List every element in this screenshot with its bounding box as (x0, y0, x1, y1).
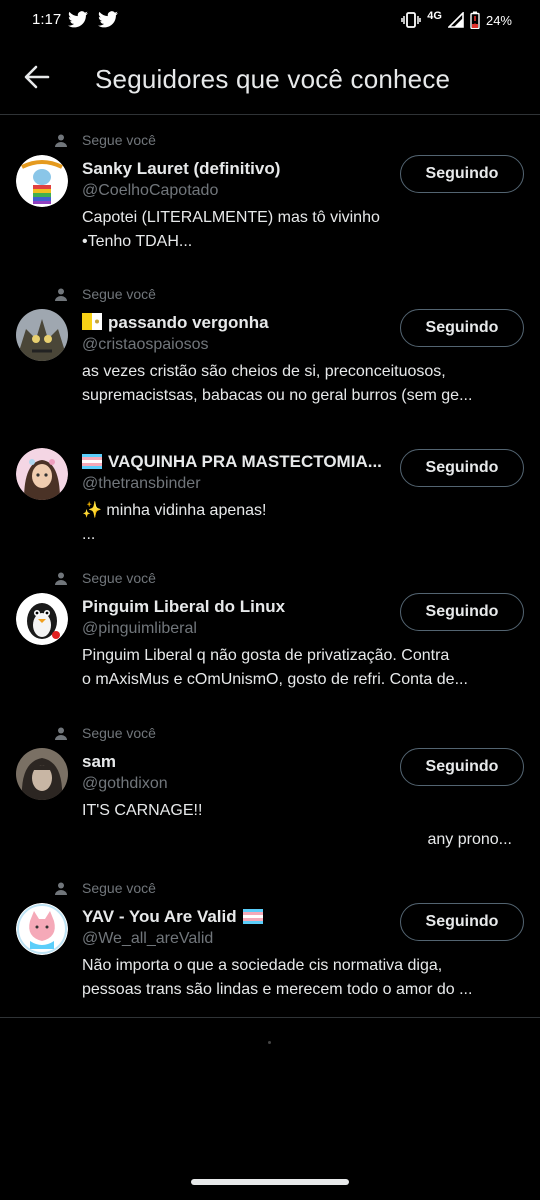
avatar[interactable] (16, 448, 68, 500)
user-handle[interactable]: @thetransbinder (82, 475, 201, 493)
bio-line: •Tenho TDAH... (82, 233, 193, 250)
follows-you-indicator: Segue você (55, 569, 156, 587)
following-button[interactable]: Seguindo (400, 449, 524, 487)
battery-icon (470, 11, 480, 29)
user-name-text: passando vergonha (108, 313, 269, 332)
twitter-icon (98, 11, 118, 28)
list-item[interactable]: Segue você passando vergonha @cristaospa… (0, 269, 540, 424)
avatar[interactable] (16, 155, 68, 207)
follows-you-label: Segue você (82, 725, 156, 741)
following-button[interactable]: Seguindo (400, 748, 524, 786)
bio-line: Capotei (LITERALMENTE) mas tô vivinho (82, 209, 380, 226)
follows-you-indicator: Segue você (55, 879, 156, 897)
user-name[interactable]: VAQUINHA PRA MASTECTOMIA... (82, 452, 382, 472)
home-indicator[interactable] (191, 1179, 349, 1185)
person-icon (55, 134, 67, 147)
user-bio: as vezes cristão são cheios de si, preco… (82, 360, 522, 408)
bio-line: ... (82, 526, 96, 543)
user-name[interactable]: YAV - You Are Valid (82, 907, 263, 927)
twitter-icon (68, 11, 88, 28)
user-name[interactable]: passando vergonha (82, 313, 269, 333)
vibrate-icon (401, 12, 422, 28)
following-button[interactable]: Seguindo (400, 593, 524, 631)
list-item[interactable]: Segue você Sanky Lauret (definitivo) @Co… (0, 115, 540, 269)
avatar[interactable] (16, 309, 68, 361)
followers-list: Segue você Sanky Lauret (definitivo) @Co… (0, 115, 540, 1017)
battery-percent: 24% (485, 12, 512, 28)
following-button[interactable]: Seguindo (400, 903, 524, 941)
status-time: 1:17 (32, 11, 62, 28)
person-icon (55, 727, 67, 740)
following-button[interactable]: Seguindo (400, 309, 524, 347)
user-handle[interactable]: @We_all_areValid (82, 930, 213, 948)
user-bio: IT'S CARNAGE!! any prono... (82, 799, 522, 852)
bio-line: IT'S CARNAGE!! (82, 802, 203, 819)
user-name[interactable]: sam (82, 752, 116, 772)
following-button[interactable]: Seguindo (400, 155, 524, 193)
bio-line: supremacistsas, babacas ou no geral burr… (82, 387, 473, 404)
follows-you-label: Segue você (82, 132, 156, 148)
user-handle[interactable]: @pinguimliberal (82, 620, 197, 638)
user-name-text: YAV - You Are Valid (82, 907, 237, 926)
bio-line: o mAxisMus e cOmUnismO, gosto de refri. … (82, 671, 468, 688)
user-bio: Não importa o que a sociedade cis normat… (82, 954, 522, 1002)
user-handle[interactable]: @gothdixon (82, 775, 168, 793)
list-end-divider (0, 1017, 540, 1018)
bio-line: pessoas trans são lindas e merecem todo … (82, 981, 473, 998)
follows-you-label: Segue você (82, 286, 156, 302)
bio-line: Não importa o que a sociedade cis normat… (82, 957, 443, 974)
status-bar: 1:17 4G 24% (0, 0, 540, 40)
list-item[interactable]: Segue você sam @gothdixon Seguindo IT'S … (0, 708, 540, 863)
follows-you-label: Segue você (82, 570, 156, 586)
bio-line: Pinguim Liberal q não gosta de privatiza… (82, 647, 450, 664)
page-title: Seguidores que você conhece (95, 64, 451, 94)
avatar[interactable] (16, 748, 68, 800)
follows-you-label: Segue você (82, 880, 156, 896)
avatar[interactable] (16, 903, 68, 955)
list-item[interactable]: Segue você YAV - You Are Valid @We_all_a… (0, 863, 540, 1017)
follows-you-indicator: Segue você (55, 724, 156, 742)
list-item[interactable]: VAQUINHA PRA MASTECTOMIA... @thetransbin… (0, 424, 540, 553)
person-icon (55, 882, 67, 895)
user-bio: Capotei (LITERALMENTE) mas tô vivinho •T… (82, 206, 522, 254)
loading-indicator (268, 1041, 271, 1044)
network-type: 4G (427, 10, 442, 22)
user-handle[interactable]: @CoelhoCapotado (82, 182, 218, 200)
transgender-flag-icon (242, 909, 263, 924)
follows-you-indicator: Segue você (55, 131, 156, 149)
header: Seguidores que você conhece (0, 40, 540, 115)
bio-line: as vezes cristão são cheios de si, preco… (82, 363, 446, 380)
user-name[interactable]: Pinguim Liberal do Linux (82, 597, 285, 617)
bio-line: ✨ minha vidinha apenas! (82, 502, 267, 519)
list-item[interactable]: Segue você Pinguim Liberal do Linux @pin… (0, 553, 540, 708)
transgender-flag-icon (82, 454, 102, 469)
person-icon (55, 288, 67, 301)
user-handle[interactable]: @cristaospaiosos (82, 336, 209, 354)
user-name-text: VAQUINHA PRA MASTECTOMIA... (108, 452, 382, 471)
avatar[interactable] (16, 593, 68, 645)
signal-icon (447, 12, 464, 28)
arrow-left-icon[interactable] (22, 62, 52, 92)
user-bio: ✨ minha vidinha apenas! ... (82, 499, 522, 547)
user-bio: Pinguim Liberal q não gosta de privatiza… (82, 644, 522, 692)
person-icon (55, 572, 67, 585)
user-name[interactable]: Sanky Lauret (definitivo) (82, 159, 280, 179)
bio-line: any prono... (427, 831, 513, 848)
follows-you-indicator: Segue você (55, 285, 156, 303)
vatican-flag-icon (82, 313, 102, 330)
